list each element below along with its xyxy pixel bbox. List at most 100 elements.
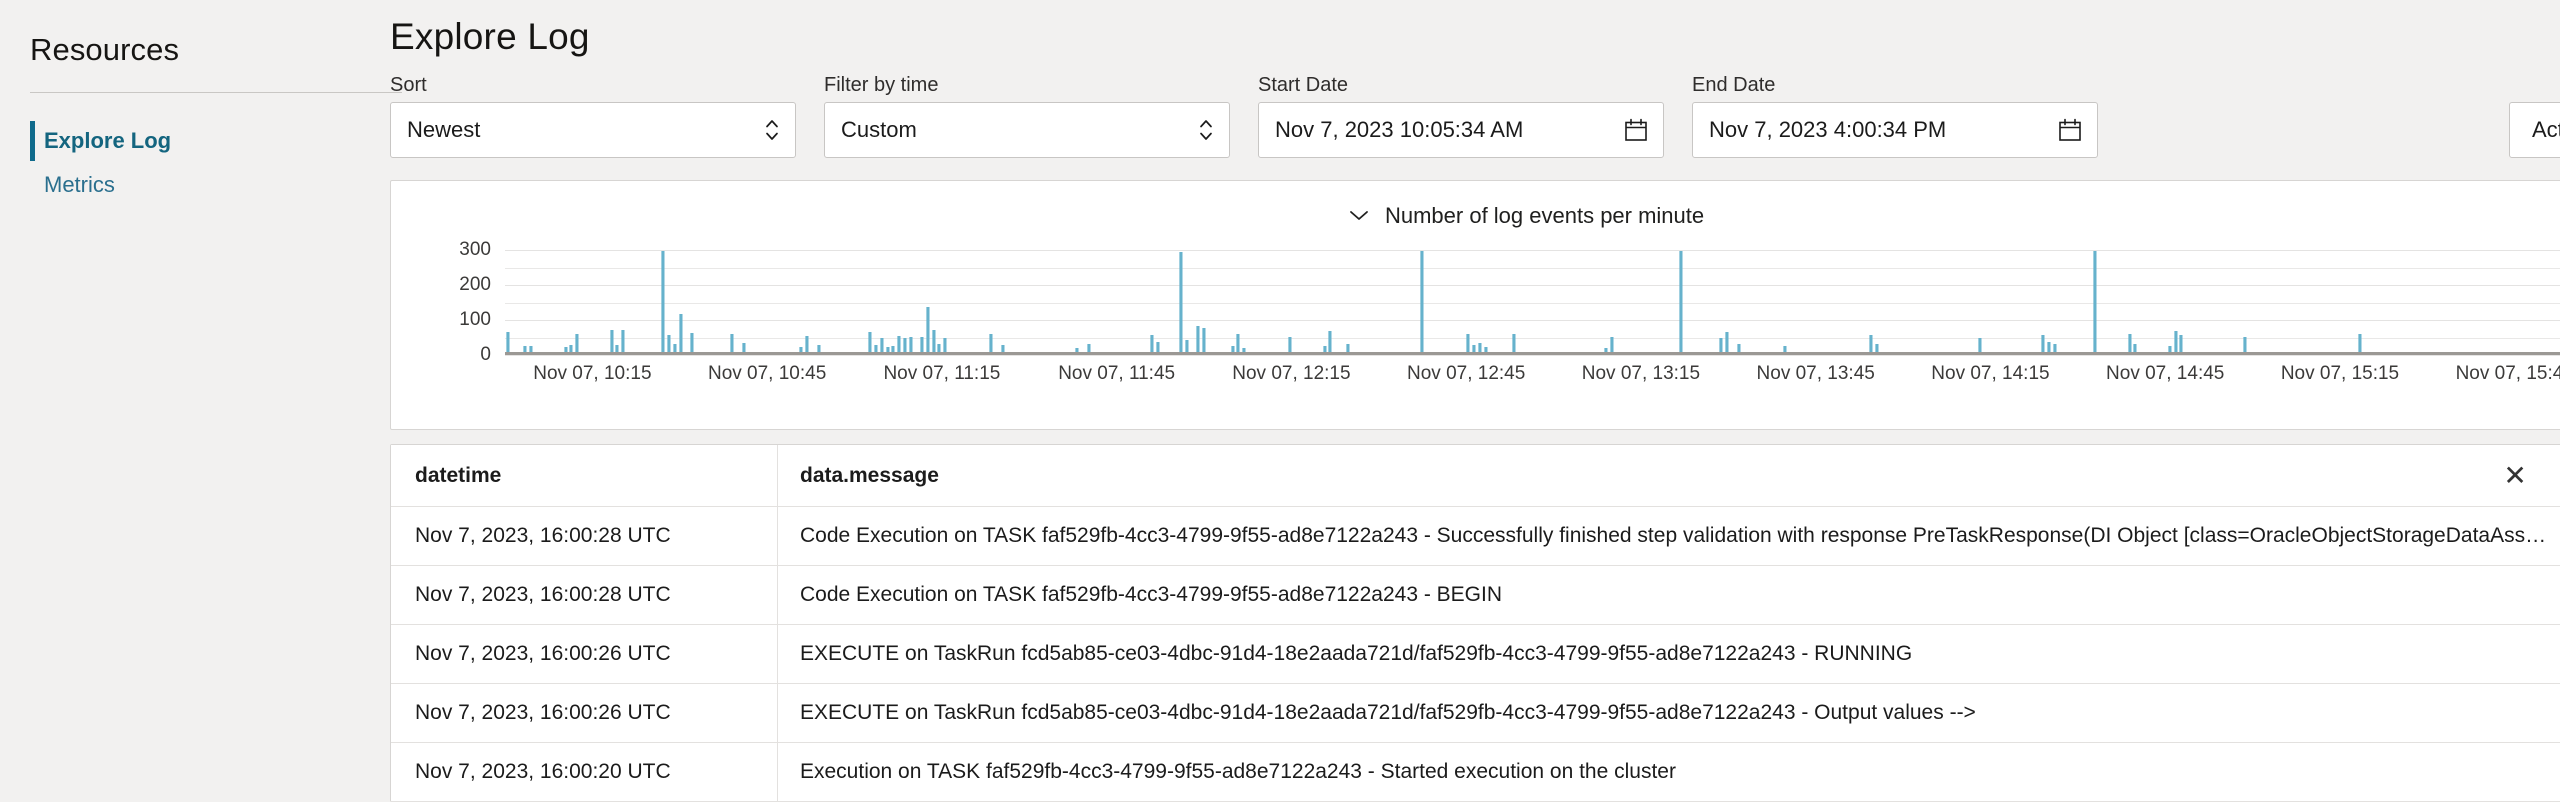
- start-date-value: Nov 7, 2023 10:05:34 AM: [1275, 117, 1524, 142]
- chart-bar: [891, 345, 895, 352]
- chart-bar: [1242, 347, 1246, 352]
- sort-select[interactable]: Newest: [390, 102, 796, 158]
- table-row[interactable]: Nov 7, 2023, 16:00:28 UTC Code Execution …: [391, 566, 2560, 625]
- filter-by-time-select[interactable]: Custom: [824, 102, 1230, 158]
- filter-by-time-label: Filter by time: [824, 74, 939, 96]
- chart-bar: [2047, 342, 2051, 352]
- chart-bar: [799, 347, 803, 352]
- table-row[interactable]: Nov 7, 2023, 16:00:28 UTC Code Execution …: [391, 507, 2560, 566]
- cell-datetime: Nov 7, 2023, 16:00:28 UTC: [415, 524, 671, 547]
- end-date-field: End Date Nov 7, 2023 4:00:34 PM: [1692, 75, 2098, 158]
- chart-bar: [730, 333, 734, 352]
- chart-x-tick-label: Nov 07, 15:45: [2455, 363, 2560, 384]
- start-date-label: Start Date: [1258, 74, 1349, 96]
- start-date-input[interactable]: Nov 7, 2023 10:05:34 AM: [1258, 102, 1664, 158]
- chart-y-tick-label: 0: [480, 344, 491, 365]
- end-date-label: End Date: [1692, 74, 1776, 96]
- calendar-icon[interactable]: [1623, 117, 1649, 143]
- chart-x-tick-label: Nov 07, 12:45: [1407, 363, 1526, 384]
- chart-x-tick-label: Nov 07, 10:15: [533, 363, 652, 384]
- chart-y-axis: 0 100 200 300: [443, 239, 501, 365]
- chart-bar: [874, 345, 878, 352]
- cell-message: EXECUTE on TaskRun fcd5ab85-ce03-4dbc-91…: [800, 701, 1976, 724]
- chart-bar: [1869, 334, 1873, 352]
- chart-bar: [1874, 344, 1878, 352]
- chart-bar: [920, 337, 924, 352]
- filter-toolbar: Sort Newest Filter by time Custom Start …: [390, 75, 2560, 158]
- sidebar: Resources Explore Log Metrics: [0, 0, 402, 802]
- main-content: Explore Log Sort Newest Filter by time C…: [390, 0, 2560, 802]
- chart-bar: [1466, 333, 1470, 352]
- chart-bar: [1478, 342, 1482, 352]
- chart-bar: [678, 314, 682, 352]
- chart-x-tick-label: Nov 07, 10:45: [707, 363, 827, 384]
- sort-label: Sort: [390, 74, 427, 96]
- close-column-button[interactable]: ✕: [2467, 459, 2560, 491]
- filter-by-time-field: Filter by time Custom: [824, 75, 1230, 158]
- chart-title: Number of log events per minute: [1384, 203, 1705, 228]
- chart-bar: [1483, 347, 1487, 352]
- chart-bar: [506, 331, 510, 352]
- chart-bar: [2093, 250, 2097, 352]
- cell-datetime: Nov 7, 2023, 16:00:26 UTC: [415, 642, 671, 665]
- chart-bar: [937, 344, 941, 352]
- chart-bar: [609, 330, 613, 352]
- chart-x-tick-label: Nov 07, 13:45: [1756, 363, 1875, 384]
- chart-bar: [1420, 250, 1424, 352]
- column-header-message[interactable]: data.message: [778, 464, 2467, 488]
- chart-bar: [903, 338, 907, 352]
- chart-bar: [1288, 336, 1292, 352]
- chart-gridline: [505, 355, 2560, 356]
- sort-value: Newest: [407, 117, 481, 142]
- calendar-icon[interactable]: [2057, 117, 2083, 143]
- chart-bar: [1179, 251, 1183, 352]
- cell-datetime: Nov 7, 2023, 16:00:20 UTC: [415, 760, 671, 783]
- chart-y-tick-label: 200: [459, 274, 491, 295]
- sidebar-item-explore-log[interactable]: Explore Log: [30, 119, 390, 163]
- chart-bar: [1150, 334, 1154, 352]
- chevron-down-icon[interactable]: [1347, 203, 1371, 229]
- sidebar-item-label: Metrics: [44, 172, 115, 197]
- chart-bar: [523, 346, 527, 352]
- cell-message: EXECUTE on TaskRun fcd5ab85-ce03-4dbc-91…: [800, 642, 1913, 665]
- table-body: Nov 7, 2023, 16:00:28 UTC Code Execution …: [391, 507, 2560, 802]
- chart-bar: [2357, 333, 2361, 352]
- chart-bar: [908, 336, 912, 352]
- chart-bar: [563, 347, 567, 352]
- chart-bar: [575, 333, 579, 352]
- chart-bar: [1000, 345, 1004, 352]
- chart-bar: [667, 335, 671, 352]
- chart-bar: [1782, 345, 1786, 352]
- chart-bar: [1679, 250, 1683, 352]
- chart-bar: [615, 345, 619, 352]
- end-date-input[interactable]: Nov 7, 2023 4:00:34 PM: [1692, 102, 2098, 158]
- table-row[interactable]: Nov 7, 2023, 16:00:26 UTC EXECUTE on Task…: [391, 625, 2560, 684]
- chart-bar: [868, 332, 872, 352]
- cell-datetime: Nov 7, 2023, 16:00:26 UTC: [415, 701, 671, 724]
- close-icon: ✕: [2503, 459, 2527, 491]
- chart-header[interactable]: Number of log events per minute: [391, 181, 2560, 229]
- chart-bars: [505, 243, 2560, 352]
- app-root: Resources Explore Log Metrics Explore Lo…: [0, 0, 2560, 802]
- chart-bar: [1230, 346, 1234, 352]
- chart-x-tick-label: Nov 07, 13:15: [1581, 363, 1701, 384]
- cell-message: Code Execution on TASK faf529fb-4cc3-479…: [800, 583, 1503, 606]
- chart-bar: [1328, 331, 1332, 352]
- chart-bar: [1075, 347, 1079, 352]
- chart-x-tick-label: Nov 07, 15:15: [2280, 363, 2400, 384]
- chart-bar: [1184, 340, 1188, 352]
- sidebar-item-metrics[interactable]: Metrics: [30, 163, 390, 207]
- chart-bar: [1087, 344, 1091, 352]
- table-row[interactable]: Nov 7, 2023, 16:00:26 UTC EXECUTE on Task…: [391, 684, 2560, 743]
- chart-body: 0 100 200 300 Nov 07, 10:15 Nov 07, 10:45 Nov…: [443, 239, 2560, 393]
- chart-bar: [2127, 333, 2131, 352]
- chart-bar: [673, 343, 677, 352]
- column-header-datetime[interactable]: datetime: [391, 464, 777, 488]
- chart-bar: [1322, 345, 1326, 352]
- chevron-updown-icon: [763, 113, 781, 147]
- chart-x-tick-label: Nov 07, 14:45: [2106, 363, 2225, 384]
- sidebar-title: Resources: [30, 32, 180, 67]
- chart-bar: [1156, 342, 1160, 352]
- table-row[interactable]: Nov 7, 2023, 16:00:20 UTC Execution on TA…: [391, 743, 2560, 802]
- actions-button[interactable]: Actions: [2508, 102, 2560, 158]
